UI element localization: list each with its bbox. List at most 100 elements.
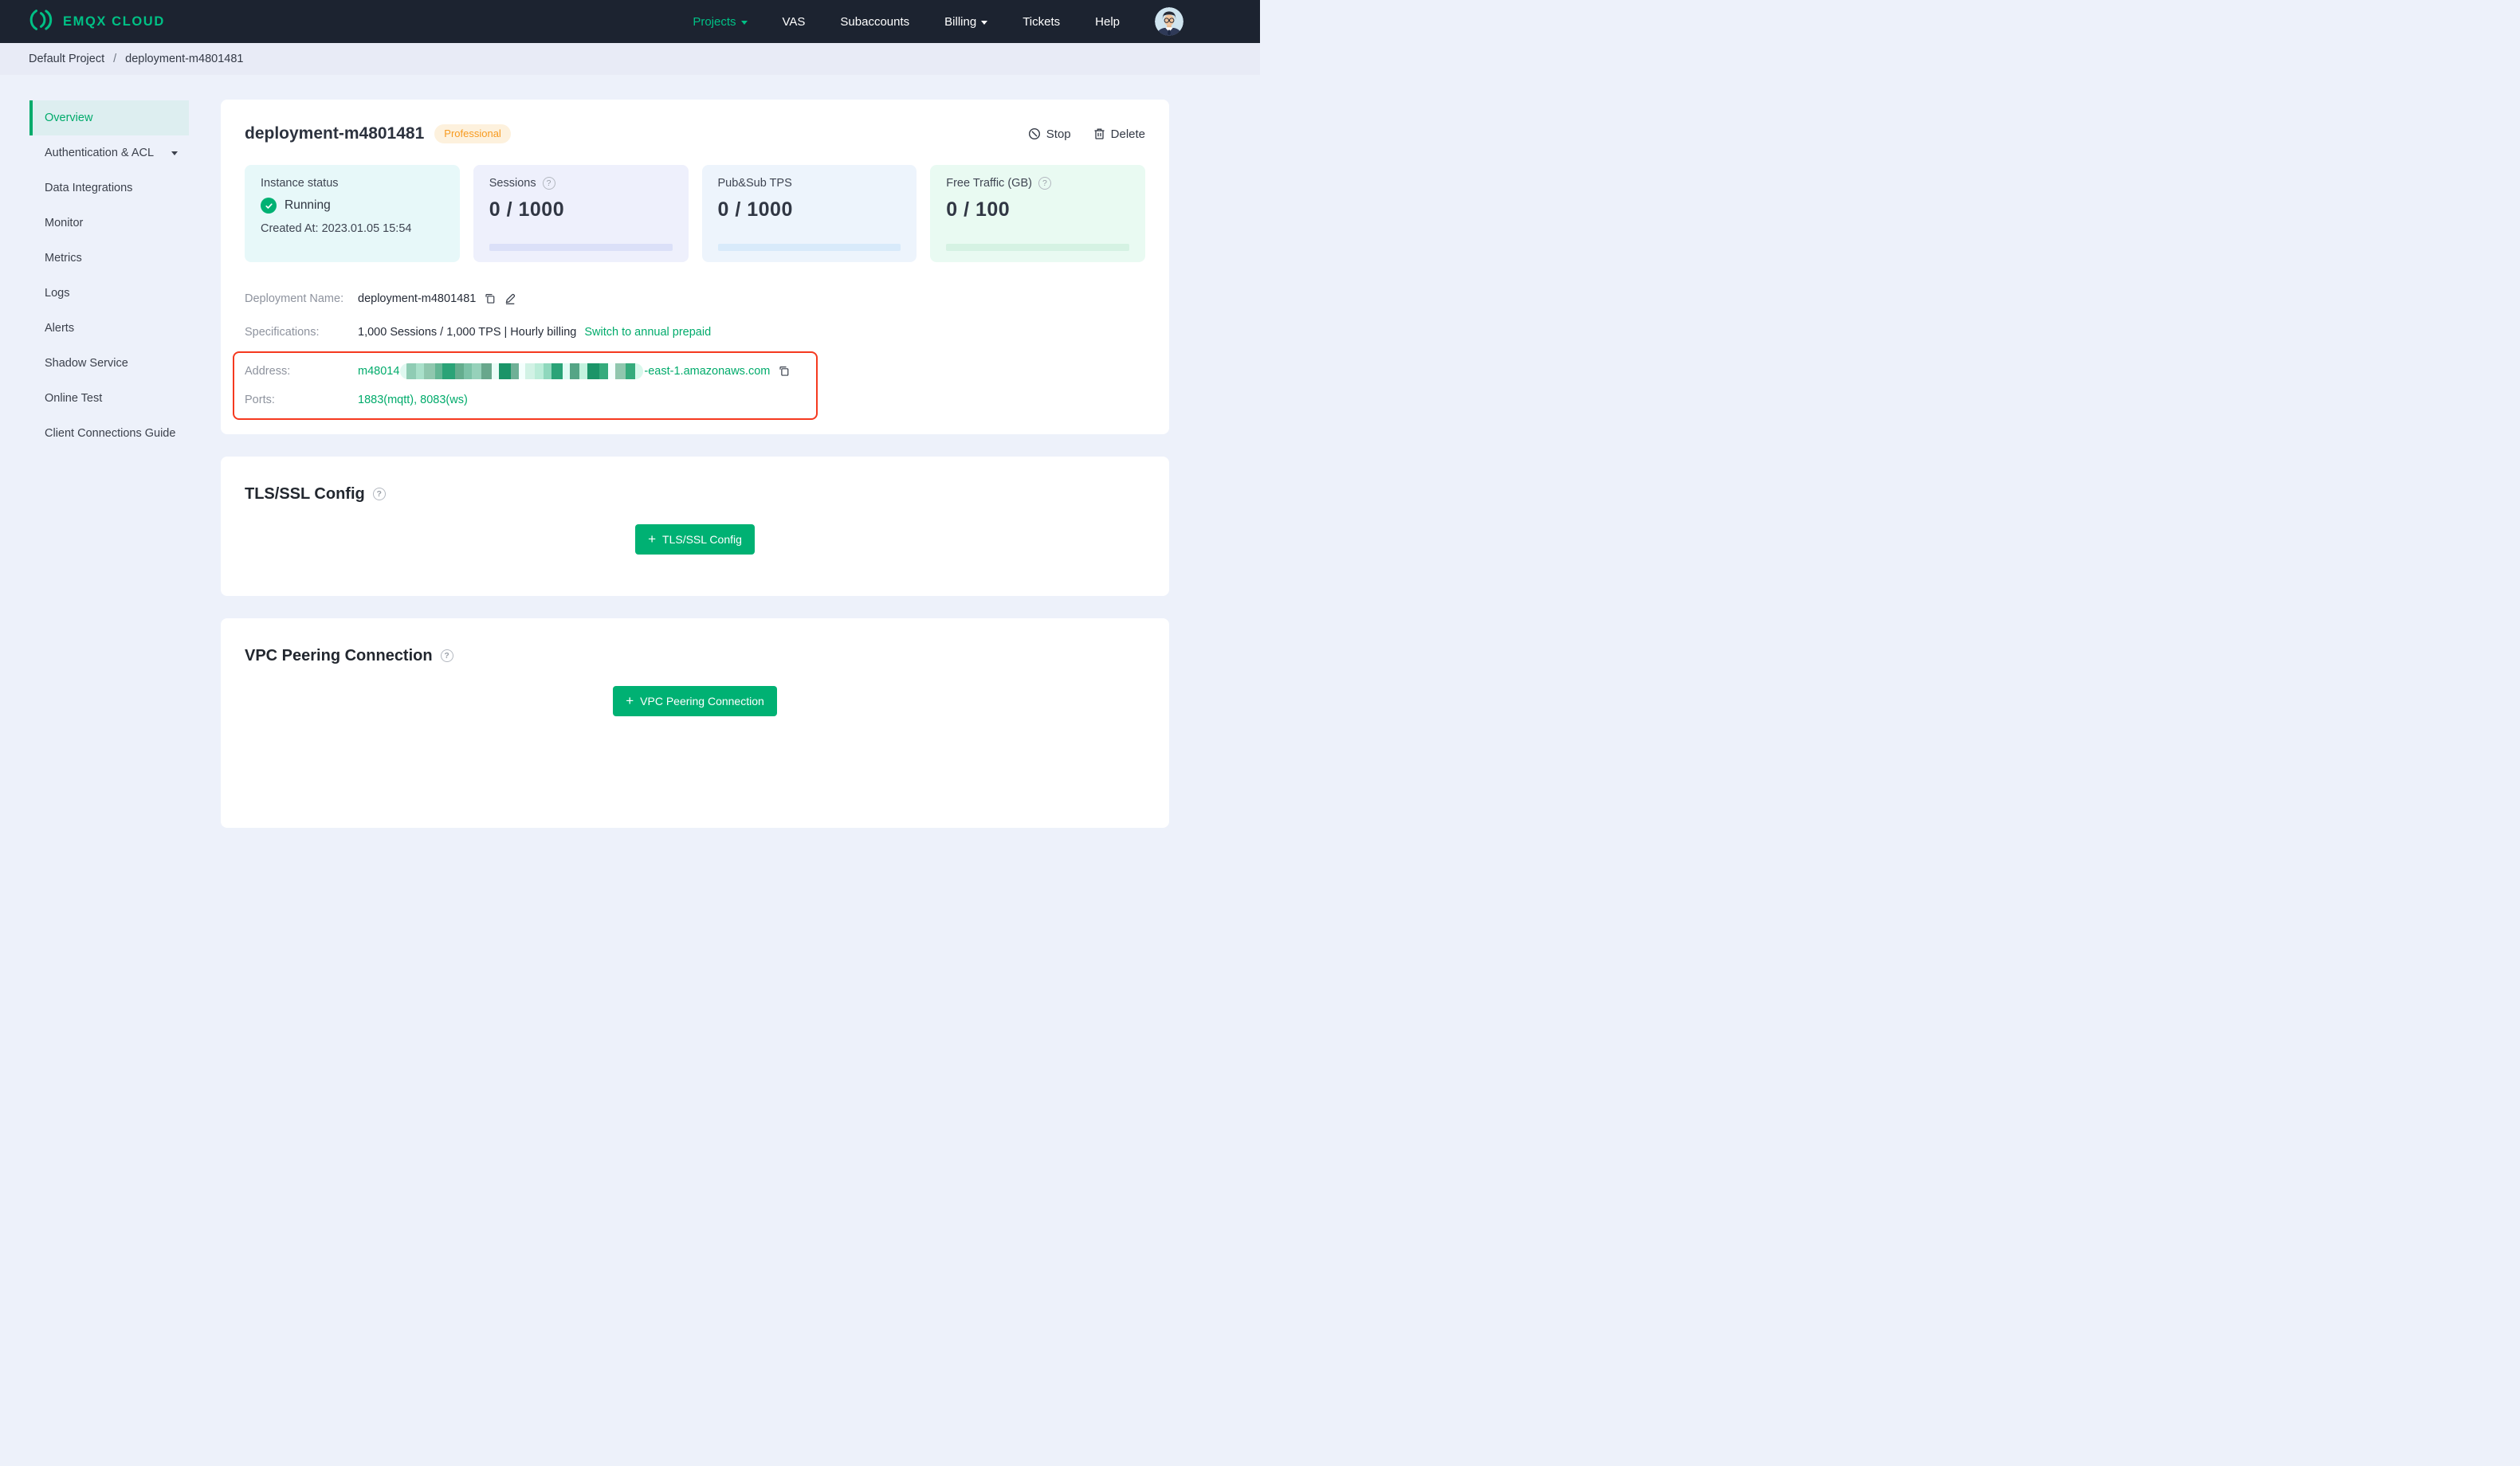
vpc-peering-title: VPC Peering Connection [245,647,433,664]
vpc-peering-card: VPC Peering Connection ? + VPC Peering C… [221,618,1169,828]
redacted-pixel [587,363,600,379]
copy-icon[interactable] [484,292,496,305]
status-badge: Running [285,198,331,212]
sidebar-item-overview[interactable]: Overview [29,100,189,135]
redacted-pixel [570,363,580,379]
nav-item-projects[interactable]: Projects [693,15,748,29]
nav-item-help[interactable]: Help [1095,15,1120,29]
sidebar-item-data-integrations[interactable]: Data Integrations [29,171,189,206]
redacted-pixel [455,363,465,379]
sidebar-item-metrics[interactable]: Metrics [29,241,189,276]
check-circle-icon [261,198,277,214]
user-avatar[interactable] [1155,7,1183,36]
redacted-pixel [544,363,552,379]
plus-icon: + [626,693,634,708]
redacted-pixel [608,363,616,379]
redacted-pixel [424,363,436,379]
brand[interactable]: EMQX CLOUD [27,6,165,37]
redacted-pixel [499,363,512,379]
help-icon[interactable]: ? [440,649,453,662]
address-redacted [400,363,644,379]
annotation-highlight-box: Address: m48014 -east-1.amazonaws.com Po… [233,351,818,420]
help-icon[interactable]: ? [372,488,386,500]
redacted-pixel [525,363,536,379]
help-icon[interactable]: ? [542,177,555,190]
plus-icon: + [648,531,657,547]
redacted-pixel [400,363,407,379]
redacted-pixel [464,363,473,379]
redacted-pixel [492,363,500,379]
pubsub-tps-value: 0 / 1000 [717,198,793,221]
redacted-pixel [519,363,526,379]
redacted-pixel [615,363,626,379]
specifications-value: 1,000 Sessions / 1,000 TPS | Hourly bill… [358,326,577,339]
nav-menu: Projects VAS Subaccounts Billing Tickets… [693,7,1183,36]
free-traffic-value: 0 / 100 [946,198,1011,221]
redacted-pixel [481,363,493,379]
nav-item-billing[interactable]: Billing [944,15,988,29]
redacted-pixel [626,363,636,379]
redacted-pixel [599,363,609,379]
redacted-pixel [416,363,425,379]
sidebar-item-logs[interactable]: Logs [29,276,189,311]
redacted-pixel [435,363,443,379]
ports-row: Ports: 1883(mqtt), 8083(ws) [245,394,468,406]
address-suffix: -east-1.amazonaws.com [644,365,771,378]
sidebar-item-alerts[interactable]: Alerts [29,311,189,346]
add-tls-ssl-config-button[interactable]: + TLS/SSL Config [635,524,755,555]
breadcrumb: Default Project / deployment-m4801481 [0,43,1260,75]
sidebar-item-shadow-service[interactable]: Shadow Service [29,346,189,381]
address-row: Address: m48014 -east-1.amazonaws.com [245,357,816,386]
redacted-pixel [511,363,520,379]
deployment-overview-card: deployment-m4801481 Professional Stop De… [221,100,1169,434]
pubsub-progress-bar [717,244,901,251]
sidebar-item-authentication-acl[interactable]: Authentication & ACL [29,135,189,171]
redacted-pixel [579,363,588,379]
redacted-pixel [442,363,456,379]
deployment-name-row: Deployment Name: deployment-m4801481 [245,282,1145,316]
created-at: Created At: 2023.01.05 15:54 [261,222,412,235]
redacted-pixel [406,363,417,379]
breadcrumb-project[interactable]: Default Project [29,53,104,65]
free-traffic-card: Free Traffic (GB) ? 0 / 100 [930,165,1145,262]
redacted-pixel [535,363,544,379]
pubsub-tps-card: Pub&Sub TPS 0 / 1000 [701,165,917,262]
emqx-logo-icon [27,6,54,37]
nav-item-subaccounts[interactable]: Subaccounts [840,15,909,29]
stop-icon [1028,127,1041,140]
switch-annual-prepaid-link[interactable]: Switch to annual prepaid [584,326,711,339]
redacted-pixel [635,363,644,379]
breadcrumb-separator: / [113,53,117,65]
sidebar-item-monitor[interactable]: Monitor [29,206,189,241]
instance-status-card: Instance status Running Created At: 2023… [245,165,460,262]
chevron-down-icon [171,151,178,155]
trash-icon [1093,127,1105,140]
deployment-name-value: deployment-m4801481 [358,292,477,305]
nav-item-vas[interactable]: VAS [783,15,806,29]
redacted-pixel [551,363,563,379]
deployment-title: deployment-m4801481 [245,124,425,143]
chevron-down-icon [981,20,988,25]
ports-value: 1883(mqtt), 8083(ws) [358,394,468,406]
tls-ssl-title: TLS/SSL Config [245,485,365,503]
address-prefix: m48014 [358,365,400,378]
edit-pencil-icon[interactable] [504,292,516,305]
copy-icon[interactable] [778,365,790,378]
tls-ssl-card: TLS/SSL Config ? + TLS/SSL Config [221,457,1169,596]
delete-button[interactable]: Delete [1093,127,1145,141]
plan-badge: Professional [434,124,511,143]
breadcrumb-deployment: deployment-m4801481 [125,53,244,65]
nav-item-tickets[interactable]: Tickets [1023,15,1060,29]
add-vpc-peering-button[interactable]: + VPC Peering Connection [613,686,777,716]
chevron-down-icon [740,20,748,25]
sidebar-item-client-connections-guide[interactable]: Client Connections Guide [29,416,189,451]
sidebar-item-online-test[interactable]: Online Test [29,381,189,416]
sessions-value: 0 / 1000 [489,198,565,221]
help-icon[interactable]: ? [1038,177,1051,190]
sessions-progress-bar [489,244,673,251]
redacted-pixel [472,363,482,379]
stop-button[interactable]: Stop [1028,127,1071,141]
specifications-row: Specifications: 1,000 Sessions / 1,000 T… [245,326,712,339]
redacted-pixel [563,363,571,379]
sessions-card: Sessions ? 0 / 1000 [473,165,689,262]
